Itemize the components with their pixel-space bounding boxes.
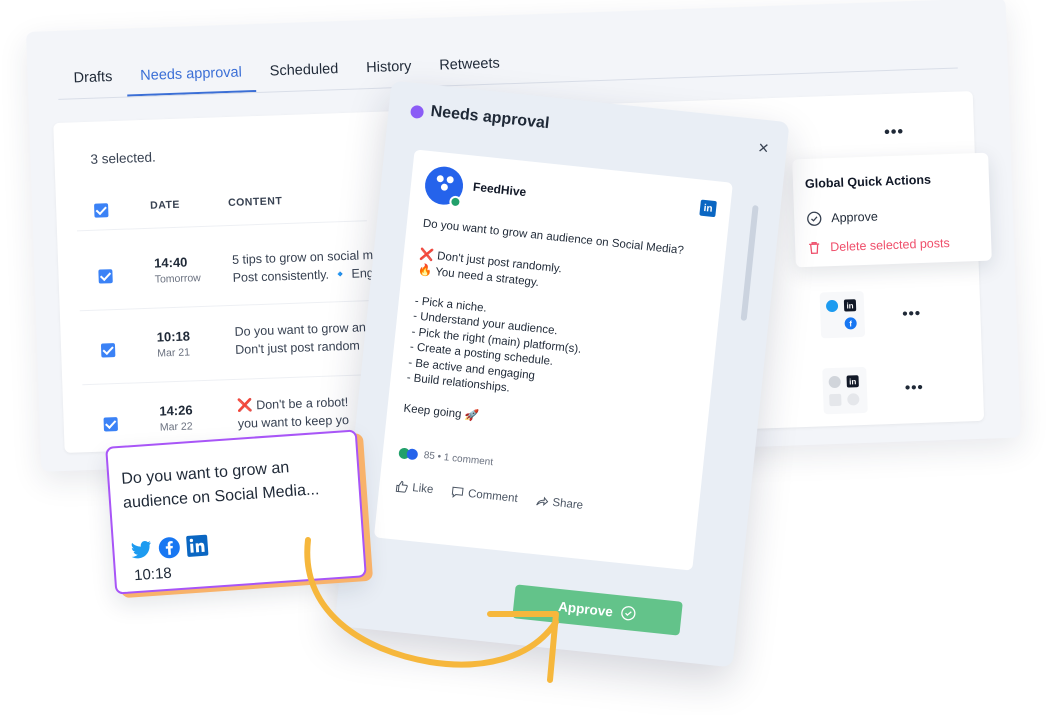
post-actions: Like Comment Share: [395, 479, 584, 512]
twitter-icon: [828, 375, 841, 389]
row-platforms: in f: [819, 290, 866, 339]
facebook-icon: [847, 393, 860, 406]
online-indicator: [448, 195, 462, 209]
share-label: Share: [551, 496, 584, 512]
linkedin-icon: in: [843, 299, 857, 312]
linkedin-icon: in: [699, 199, 717, 218]
approve-label: Approve: [831, 209, 879, 226]
preview-text: Do you want to grow an audience on Socia…: [120, 459, 320, 512]
like-label: Like: [411, 481, 434, 496]
row-day: Mar 22: [159, 420, 193, 434]
comment-button[interactable]: Comment: [451, 485, 519, 505]
stage: Drafts Needs approval Scheduled History …: [0, 0, 1048, 715]
approve-button[interactable]: Approve: [512, 584, 683, 636]
tab-retweets[interactable]: Retweets: [425, 55, 514, 86]
row-content-line2: Post consistently. 🔹 Enga: [232, 265, 381, 285]
more-options-button[interactable]: •••: [884, 123, 904, 142]
approve-menu-item[interactable]: Approve: [806, 209, 878, 227]
global-quick-actions-menu: Global Quick Actions Approve Delete sele…: [792, 152, 992, 268]
post-author: FeedHive: [472, 179, 527, 200]
twitter-icon: [131, 540, 151, 559]
quick-actions-title: Global Quick Actions: [804, 172, 932, 192]
comment-label: Comment: [467, 487, 519, 505]
post-preview-card: FeedHive in Do you want to grow an audie…: [373, 149, 733, 571]
check-badge-icon: [621, 606, 636, 621]
select-all-checkbox[interactable]: [94, 203, 109, 218]
row-checkbox[interactable]: [100, 343, 116, 358]
instagram-icon: [829, 393, 842, 407]
share-button[interactable]: Share: [535, 494, 584, 512]
facebook-icon: f: [844, 317, 857, 330]
selection-count: 3 selected.: [90, 149, 157, 167]
close-icon[interactable]: ×: [757, 137, 770, 159]
tab-scheduled[interactable]: Scheduled: [256, 61, 353, 92]
facebook-icon: [158, 537, 180, 559]
row-time: 14:40: [153, 254, 188, 271]
row-checkbox[interactable]: [98, 269, 113, 284]
comment-icon: [451, 486, 464, 498]
needs-approval-modal: Needs approval × FeedHive in Do you want…: [334, 80, 790, 668]
row-platforms: in: [822, 366, 868, 415]
approve-button-label: Approve: [557, 598, 614, 620]
preview-time: 10:18: [133, 564, 173, 585]
reactions-summary: 85 • 1 comment: [398, 447, 494, 469]
trash-icon: [809, 241, 820, 255]
delete-selected-menu-item[interactable]: Delete selected posts: [807, 236, 950, 255]
linkedin-icon: in: [846, 375, 859, 388]
tab-needs-approval[interactable]: Needs approval: [126, 64, 257, 97]
row-divider: [79, 300, 370, 312]
twitter-icon: [825, 299, 839, 313]
modal-title: Needs approval: [429, 102, 551, 133]
thumbs-up-icon: [395, 480, 408, 493]
row-more-button[interactable]: •••: [905, 379, 924, 397]
preview-platforms: [130, 534, 209, 561]
row-checkbox[interactable]: [103, 417, 118, 432]
tab-drafts[interactable]: Drafts: [59, 69, 127, 99]
status-dot: [409, 104, 425, 120]
row-day: Mar 21: [157, 346, 191, 360]
share-icon: [536, 496, 549, 506]
column-header-content: CONTENT: [227, 195, 283, 210]
row-more-button[interactable]: •••: [902, 305, 921, 323]
post-preview-tile[interactable]: Do you want to grow an audience on Socia…: [105, 429, 367, 595]
row-divider: [82, 374, 373, 386]
row-time: 14:26: [159, 402, 193, 419]
scrollbar[interactable]: [740, 205, 759, 322]
like-reaction-icon: [406, 448, 419, 461]
column-header-date: DATE: [149, 198, 181, 212]
like-button[interactable]: Like: [395, 479, 434, 496]
linkedin-icon: [186, 534, 209, 557]
row-day: Tomorrow: [154, 272, 201, 286]
post-body: Do you want to grow an audience on Socia…: [402, 217, 685, 423]
row-time: 10:18: [156, 328, 191, 345]
reaction-count: 85 • 1 comment: [423, 450, 494, 469]
delete-label: Delete selected posts: [830, 236, 950, 255]
header-divider: [76, 220, 367, 232]
check-badge-icon: [807, 211, 822, 226]
